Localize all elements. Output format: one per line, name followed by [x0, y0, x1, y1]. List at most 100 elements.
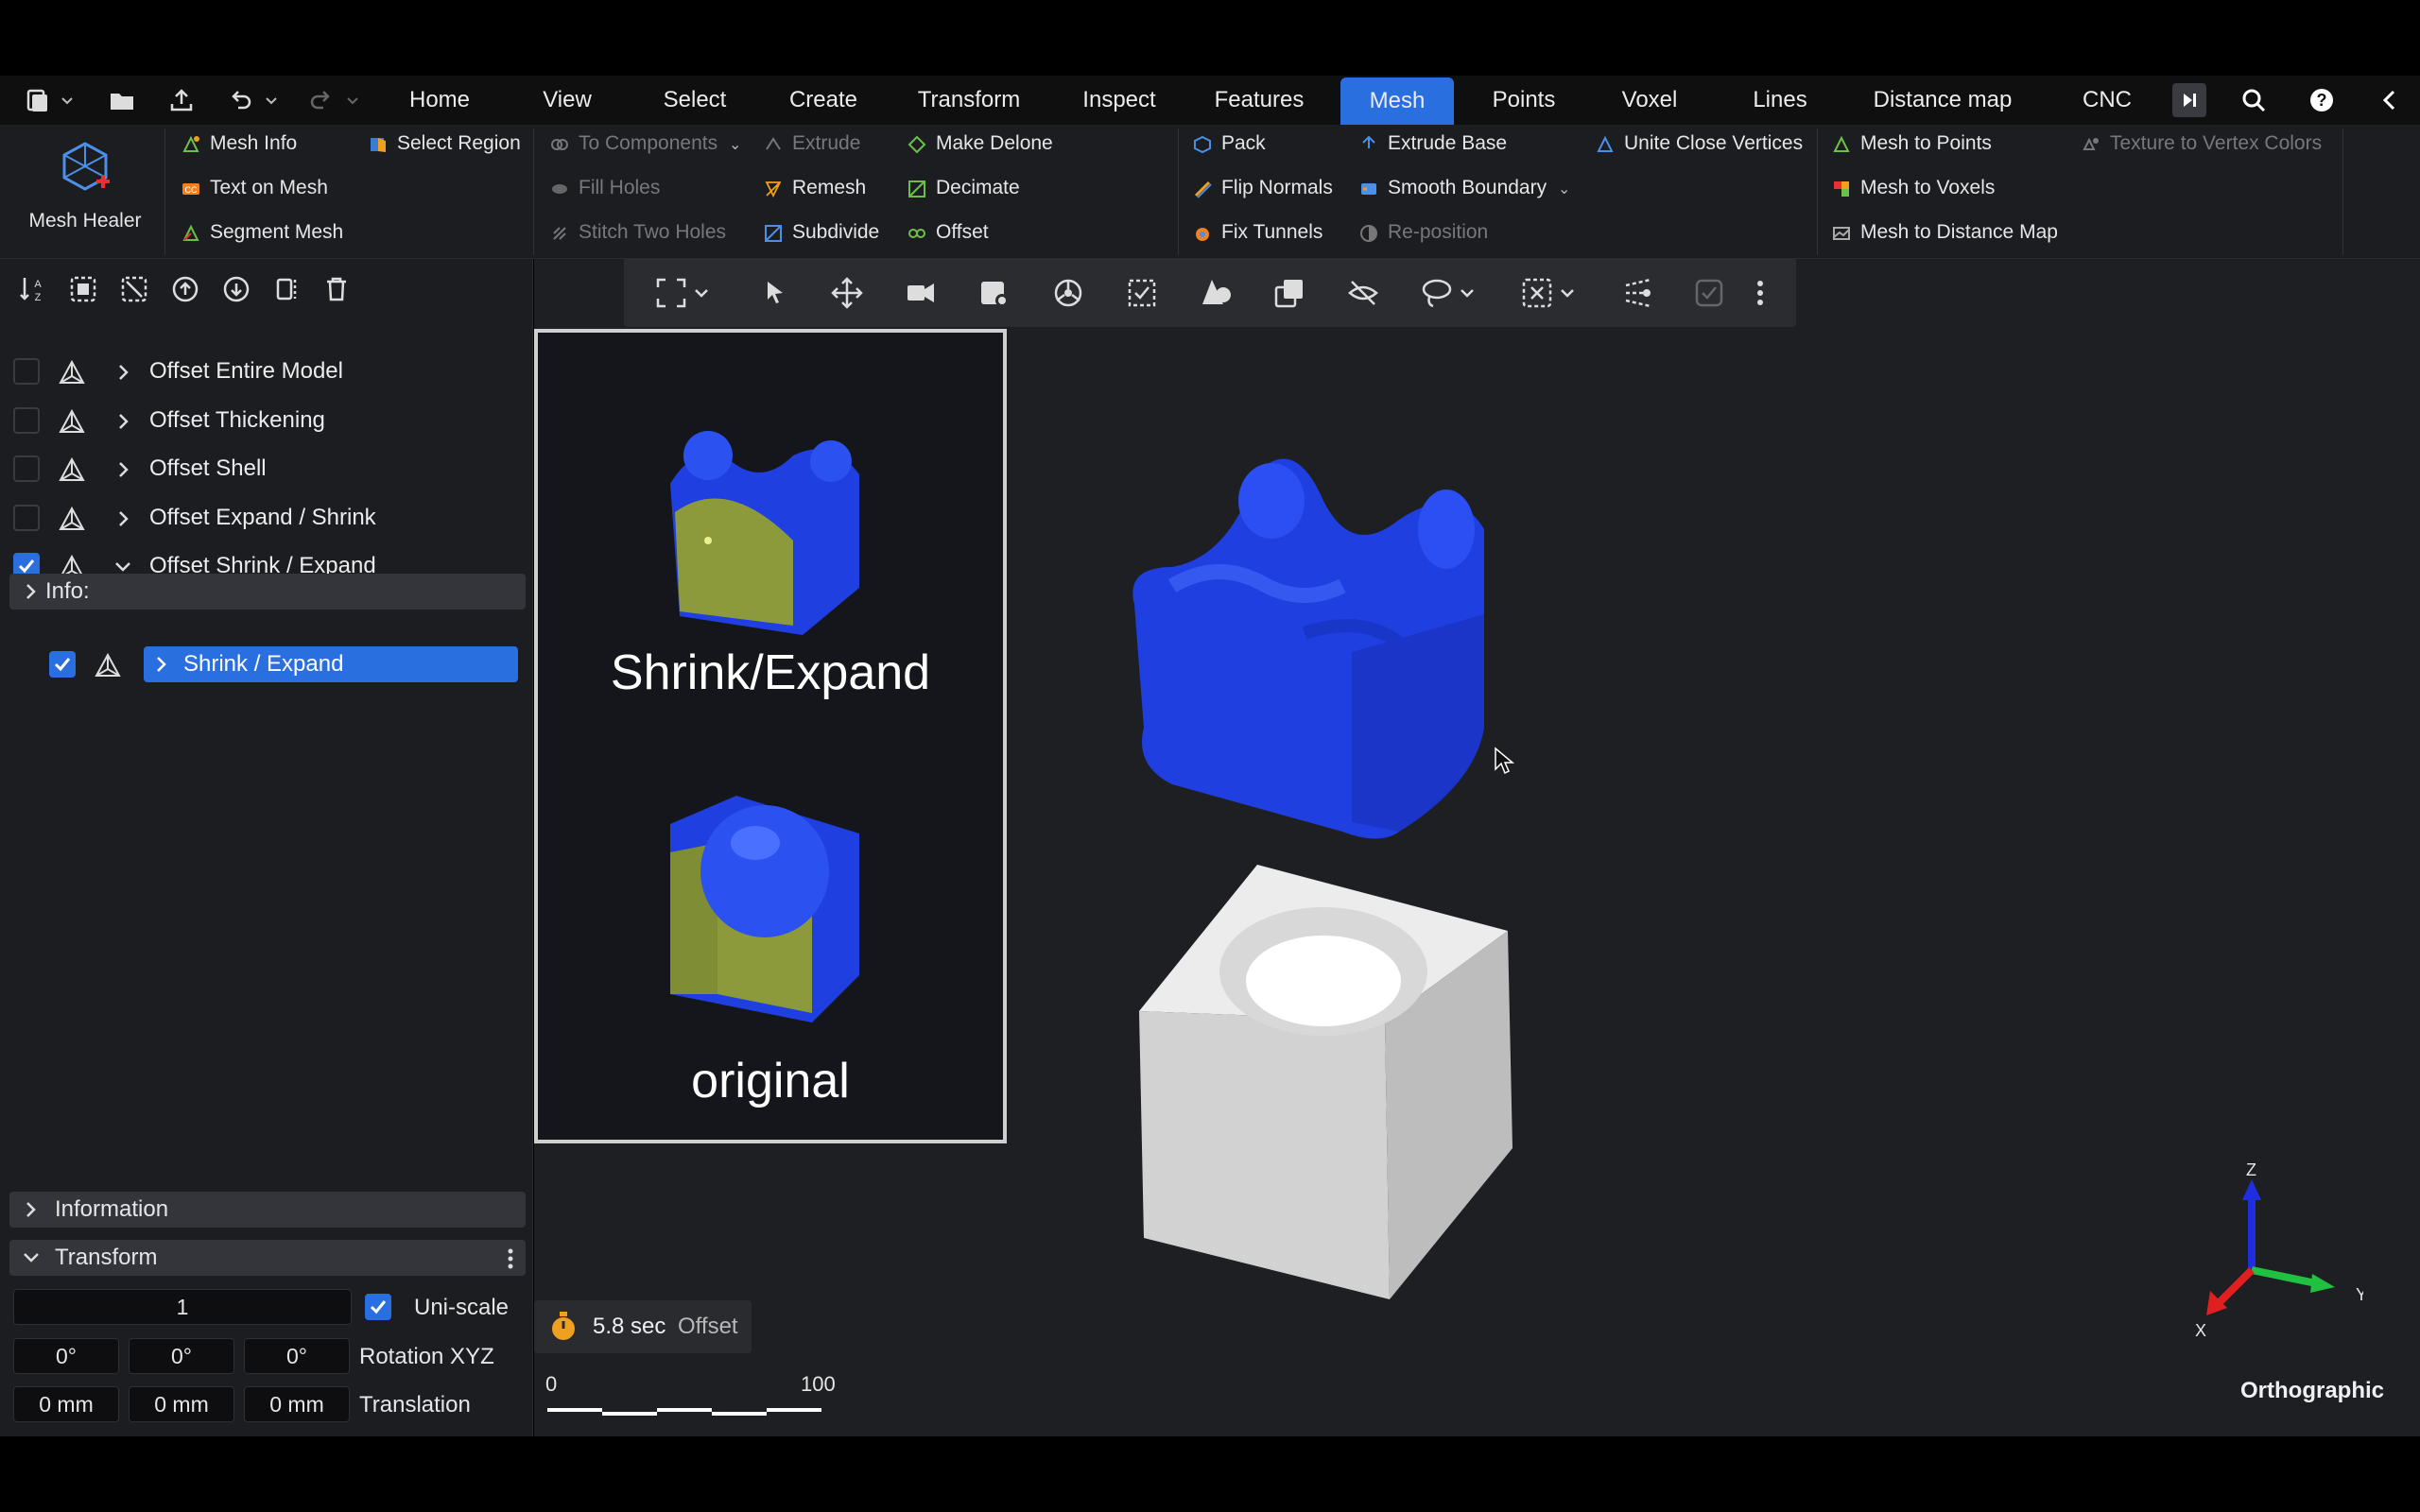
reposition-button[interactable]: Re-position — [1357, 215, 1488, 249]
offset-button[interactable]: Offset — [906, 215, 989, 249]
unite-close-vertices-button[interactable]: Unite Close Vertices — [1594, 127, 1803, 161]
tree-child-item[interactable]: Shrink / Expand — [0, 641, 529, 688]
stitch-two-holes-button[interactable]: Stitch Two Holes — [548, 215, 726, 249]
visibility-checkbox[interactable] — [13, 358, 40, 385]
subdivide-button[interactable]: Subdivide — [762, 215, 879, 249]
shrink-expand-model[interactable] — [1115, 444, 1512, 850]
visibility-checkbox-checked[interactable] — [49, 651, 76, 678]
translation-x-input[interactable]: 0 mm — [13, 1386, 119, 1422]
open-folder-icon[interactable] — [108, 87, 134, 113]
fill-holes-button[interactable]: Fill Holes — [548, 171, 660, 205]
rotation-z-input[interactable]: 0° — [244, 1338, 350, 1374]
visibility-checkbox[interactable] — [13, 455, 40, 482]
transform-section-header[interactable]: Transform — [9, 1240, 526, 1276]
tab-create[interactable]: Create — [779, 76, 868, 125]
tree-item[interactable]: Offset Shell — [0, 445, 529, 492]
translation-z-input[interactable]: 0 mm — [244, 1386, 350, 1422]
tree-item[interactable]: Offset Expand / Shrink — [0, 494, 529, 541]
select-region-button[interactable]: Select Region — [367, 127, 521, 161]
smooth-boundary-button[interactable]: Smooth Boundary ⌄ — [1357, 171, 1570, 205]
chevron-right-icon[interactable] — [117, 364, 130, 381]
tab-voxel[interactable]: Voxel — [1607, 76, 1692, 125]
tab-lines[interactable]: Lines — [1737, 76, 1823, 125]
trash-icon[interactable] — [321, 274, 352, 304]
segment-mesh-button[interactable]: Segment Mesh — [180, 215, 343, 249]
chevron-right-icon[interactable] — [117, 413, 130, 430]
chevron-down-icon[interactable] — [1558, 276, 1577, 310]
rotate-icon[interactable] — [1051, 276, 1085, 310]
tab-cnc[interactable]: CNC — [2066, 76, 2148, 125]
move-up-icon[interactable] — [170, 274, 200, 304]
mesh-info-button[interactable]: Mesh Info — [180, 127, 297, 161]
check-disabled-icon[interactable] — [1692, 276, 1726, 310]
extrude-base-button[interactable]: Extrude Base — [1357, 127, 1507, 161]
redo-icon[interactable] — [308, 87, 335, 113]
document-menu-icon[interactable] — [25, 87, 51, 113]
chevron-down-icon[interactable] — [692, 276, 711, 310]
rotation-y-input[interactable]: 0° — [129, 1338, 234, 1374]
tab-mesh[interactable]: Mesh — [1340, 77, 1454, 125]
selected-item-highlight[interactable]: Shrink / Expand — [144, 646, 518, 682]
pack-button[interactable]: Pack — [1191, 127, 1266, 161]
tab-inspect[interactable]: Inspect — [1072, 76, 1167, 125]
to-components-button[interactable]: To Components ⌄ — [548, 127, 741, 161]
deselect-icon[interactable] — [119, 274, 149, 304]
chevron-right-icon[interactable] — [117, 461, 130, 478]
hide-icon[interactable] — [1346, 276, 1380, 310]
translation-y-input[interactable]: 0 mm — [129, 1386, 234, 1422]
export-icon[interactable] — [168, 87, 195, 113]
tab-view[interactable]: View — [529, 76, 605, 125]
rotation-x-input[interactable]: 0° — [13, 1338, 119, 1374]
more-vertical-icon[interactable] — [1754, 276, 1766, 310]
tree-item[interactable]: Offset Thickening — [0, 397, 529, 444]
make-delone-button[interactable]: Make Delone — [906, 127, 1053, 161]
tree-item[interactable]: Offset Entire Model — [0, 348, 529, 395]
select-box-icon[interactable] — [1125, 276, 1159, 310]
visibility-checkbox[interactable] — [13, 505, 40, 531]
tab-distance-map[interactable]: Distance map — [1862, 76, 2023, 125]
axes-gizmo[interactable]: Z Y X — [2193, 1162, 2363, 1342]
sort-az-icon[interactable]: AZ — [17, 274, 47, 304]
chevron-down-icon[interactable] — [1458, 276, 1477, 310]
skip-forward-icon[interactable] — [2172, 83, 2206, 117]
fit-view-icon[interactable] — [654, 276, 688, 310]
tab-features[interactable]: Features — [1204, 76, 1314, 125]
mesh-to-points-button[interactable]: Mesh to Points — [1830, 127, 1992, 161]
flip-normals-button[interactable]: Flip Normals — [1191, 171, 1333, 205]
visibility-checkbox[interactable] — [13, 407, 40, 434]
decimate-button[interactable]: Decimate — [906, 171, 1020, 205]
remesh-button[interactable]: Remesh — [762, 171, 866, 205]
duplicate-icon[interactable] — [1272, 276, 1306, 310]
chevron-down-icon[interactable] — [344, 87, 361, 113]
flip-icon[interactable] — [272, 274, 302, 304]
lasso-icon[interactable] — [1420, 276, 1454, 310]
uniform-scale-input[interactable]: 1 — [13, 1289, 352, 1325]
chevron-down-icon[interactable] — [263, 87, 280, 113]
mesh-to-distance-map-button[interactable]: Mesh to Distance Map — [1830, 215, 2058, 249]
select-all-icon[interactable] — [68, 274, 98, 304]
edit-object-icon[interactable] — [977, 276, 1011, 310]
uni-scale-checkbox[interactable] — [365, 1294, 391, 1320]
extrude-button[interactable]: Extrude — [762, 127, 860, 161]
chevron-right-icon[interactable] — [117, 510, 130, 527]
projection-label[interactable]: Orthographic — [2240, 1378, 2384, 1404]
collapse-chevron-icon[interactable] — [2377, 87, 2403, 113]
tab-points[interactable]: Points — [1482, 76, 1565, 125]
slice-plane-icon[interactable] — [1622, 276, 1656, 310]
move-down-icon[interactable] — [221, 274, 251, 304]
fix-tunnels-button[interactable]: Fix Tunnels — [1191, 215, 1322, 249]
search-icon[interactable] — [2240, 87, 2267, 113]
chevron-down-icon[interactable] — [59, 87, 76, 113]
box-select-x-icon[interactable] — [1520, 276, 1554, 310]
more-vertical-icon[interactable] — [507, 1247, 514, 1270]
tab-select[interactable]: Select — [652, 76, 737, 125]
information-section-header[interactable]: Information — [9, 1192, 526, 1228]
pointer-icon[interactable] — [758, 276, 792, 310]
tab-transform[interactable]: Transform — [908, 76, 1030, 125]
chevron-down-icon[interactable] — [114, 560, 131, 574]
tab-home[interactable]: Home — [397, 76, 482, 125]
cone-object-icon[interactable] — [1199, 276, 1233, 310]
undo-icon[interactable] — [227, 87, 253, 113]
text-on-mesh-button[interactable]: CC Text on Mesh — [180, 171, 328, 205]
move-icon[interactable] — [830, 276, 864, 310]
